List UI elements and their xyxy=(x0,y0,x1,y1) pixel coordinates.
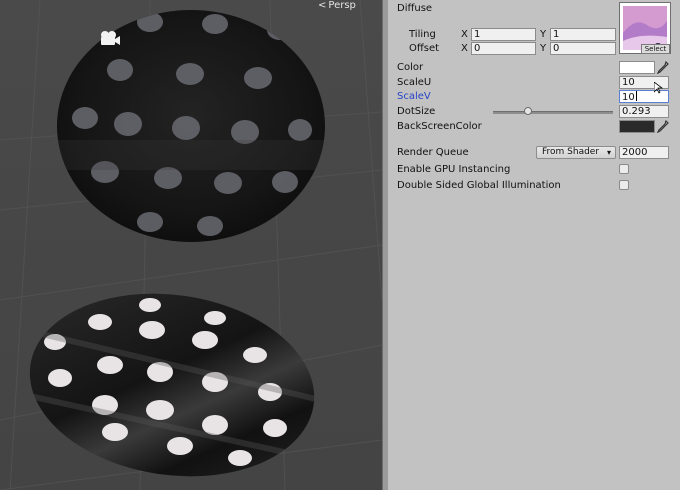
texture-select-button[interactable]: Select xyxy=(641,44,670,54)
tiling-y-axis: Y xyxy=(540,29,547,40)
offset-y-axis: Y xyxy=(540,43,547,54)
camera-gizmo-icon[interactable] xyxy=(98,30,122,46)
dotsize-label: DotSize xyxy=(397,106,436,117)
eyedropper-icon[interactable] xyxy=(657,61,669,74)
offset-label: Offset xyxy=(409,43,440,54)
dotsize-field[interactable]: 0.293 xyxy=(619,105,669,118)
gpu-instancing-checkbox[interactable] xyxy=(619,164,629,174)
scaleu-label: ScaleU xyxy=(397,77,432,88)
scene-grid xyxy=(0,0,382,490)
render-queue-label: Render Queue xyxy=(397,147,469,158)
gpu-instancing-label: Enable GPU Instancing xyxy=(397,164,511,175)
double-sided-gi-checkbox[interactable] xyxy=(619,180,629,190)
diffuse-label: Diffuse xyxy=(397,3,433,14)
mouse-cursor-icon xyxy=(654,82,663,94)
backscreencolor-label: BackScreenColor xyxy=(397,121,482,132)
offset-y-field[interactable]: 0 xyxy=(550,42,616,55)
view-mode-label[interactable]: < Persp xyxy=(318,0,356,11)
double-sided-gi-label: Double Sided Global Illumination xyxy=(397,180,561,191)
render-queue-dropdown-value: From Shader xyxy=(542,147,600,157)
scene-view[interactable]: < Persp xyxy=(0,0,382,490)
dropdown-arrow-icon: ▾ xyxy=(606,148,611,157)
tiling-label: Tiling xyxy=(409,29,436,40)
tiling-x-field[interactable]: 1 xyxy=(471,28,536,41)
tiling-x-axis: X xyxy=(461,29,468,40)
text-caret xyxy=(635,91,637,101)
backscreen-color-swatch[interactable] xyxy=(619,120,655,133)
dotsize-slider-track[interactable] xyxy=(493,111,613,114)
offset-x-axis: X xyxy=(461,43,468,54)
material-inspector: Diffuse Select Tiling X 1 Y 1 Offset X 0… xyxy=(388,0,680,490)
eyedropper-icon[interactable] xyxy=(657,120,669,133)
offset-x-field[interactable]: 0 xyxy=(471,42,536,55)
scalev-label: ScaleV xyxy=(397,91,431,102)
color-swatch[interactable] xyxy=(619,61,655,74)
render-queue-field[interactable]: 2000 xyxy=(619,146,669,159)
scalev-value: 10 xyxy=(622,92,635,103)
color-label: Color xyxy=(397,62,424,73)
render-queue-dropdown[interactable]: From Shader ▾ xyxy=(536,146,616,159)
tiling-y-field[interactable]: 1 xyxy=(550,28,616,41)
chevron-left-icon: < xyxy=(318,0,327,11)
